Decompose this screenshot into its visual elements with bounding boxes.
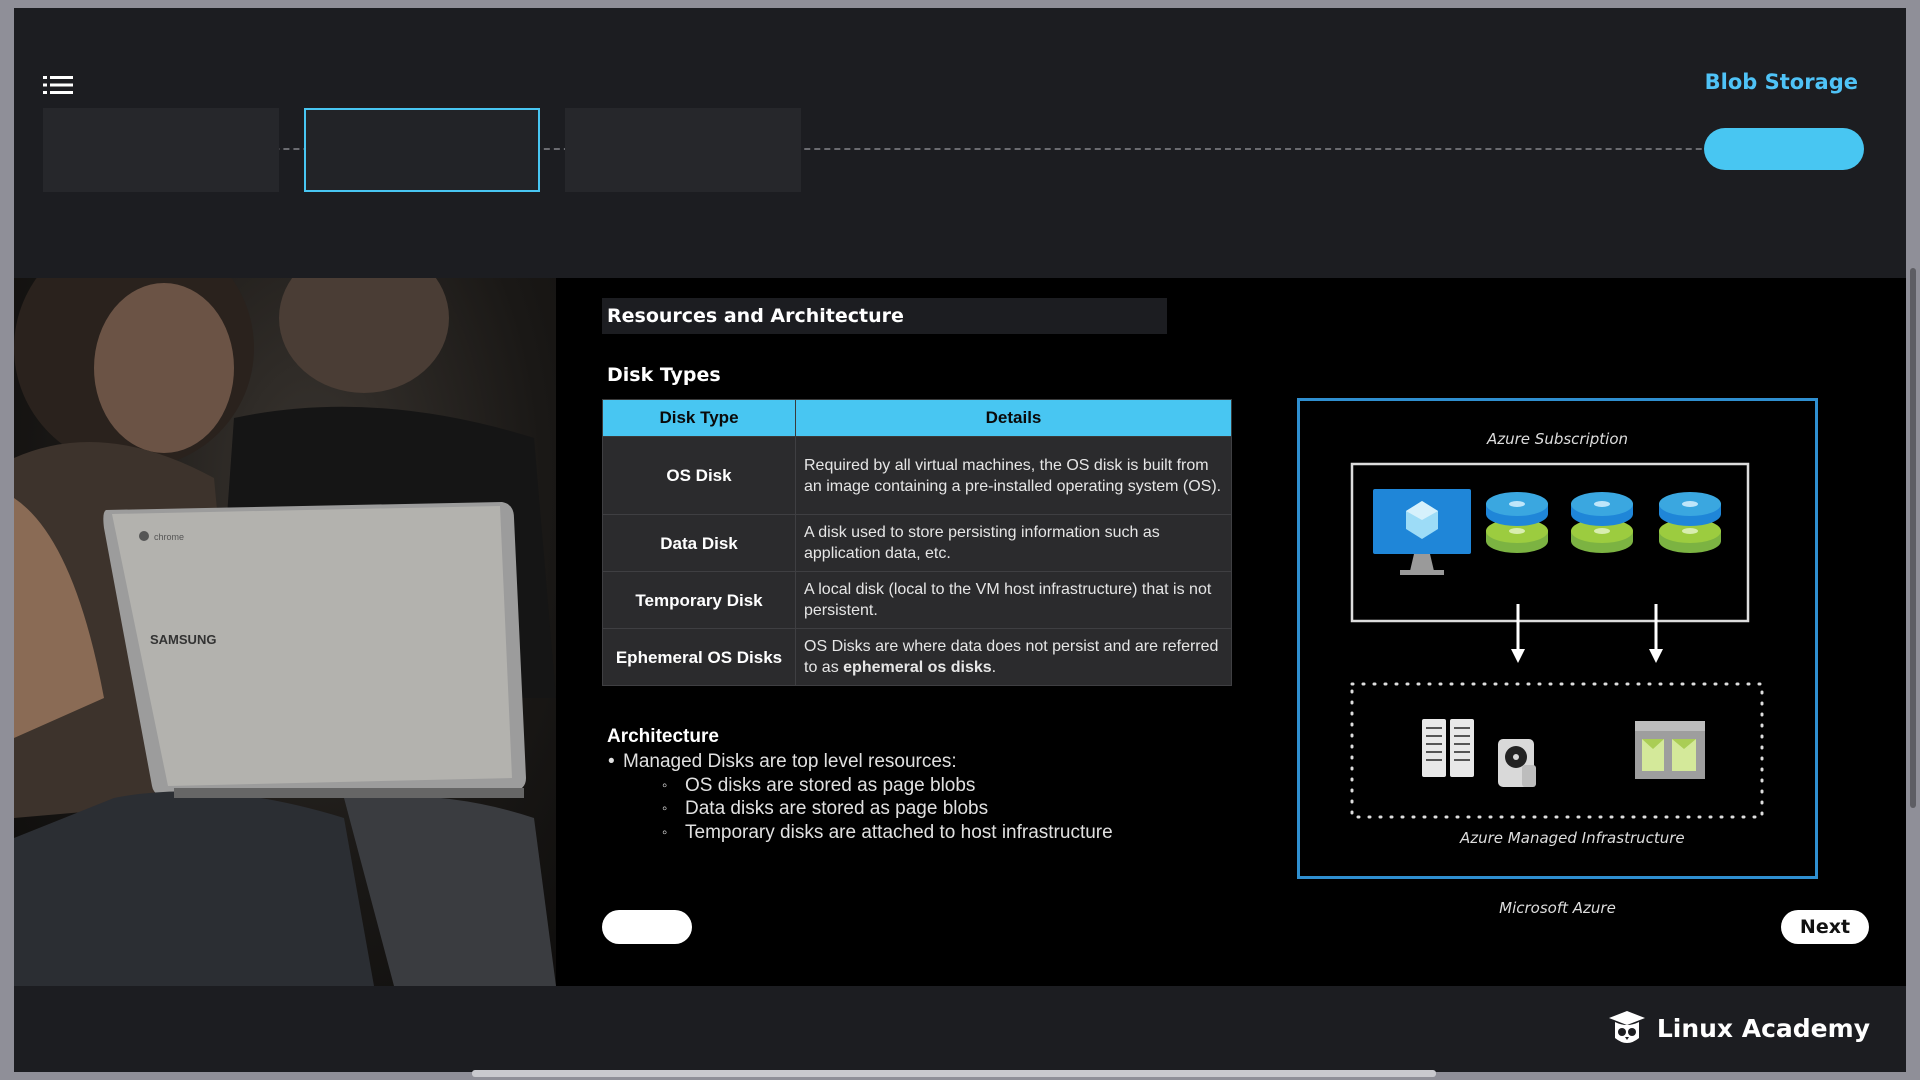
lesson-step-2-active[interactable] bbox=[304, 108, 540, 192]
table-header-row: Disk Type Details bbox=[602, 399, 1232, 437]
architecture-list: Managed Disks are top level resources: O… bbox=[607, 750, 1113, 844]
arrow-down-icon bbox=[1511, 604, 1525, 663]
course-player: Blob Storage chrome SAMSUNG Resources an… bbox=[14, 8, 1906, 1072]
hard-drive-icon bbox=[1498, 739, 1536, 787]
table-row: Ephemeral OS Disks OS Disks are where da… bbox=[602, 628, 1232, 686]
horizontal-scrollbar[interactable] bbox=[472, 1070, 1436, 1077]
disk-details-cell: A disk used to store persisting informat… bbox=[795, 514, 1232, 572]
disk-details-cell: OS Disks are where data does not persist… bbox=[795, 628, 1232, 686]
hero-photo: chrome SAMSUNG bbox=[14, 278, 556, 986]
azure-architecture-diagram: Azure Subscription Azure Managed Infrast… bbox=[1297, 398, 1818, 879]
architecture-sub-bullet: Temporary disks are attached to host inf… bbox=[607, 821, 1113, 845]
disk-type-cell: Data Disk bbox=[602, 514, 796, 572]
architecture-sub-bullet: Data disks are stored as page blobs bbox=[607, 797, 1113, 821]
progress-pill-button[interactable] bbox=[1704, 128, 1864, 170]
disk-type-cell: Ephemeral OS Disks bbox=[602, 628, 796, 686]
table-row: Temporary Disk A local disk (local to th… bbox=[602, 571, 1232, 629]
diagram-graphic bbox=[1350, 462, 1764, 819]
diagram-caption: Microsoft Azure bbox=[1499, 899, 1616, 917]
details-bold-term: ephemeral os disks bbox=[843, 659, 992, 676]
arrow-down-icon bbox=[1649, 604, 1663, 663]
previous-button[interactable] bbox=[602, 910, 692, 944]
virtual-machine-icon bbox=[1373, 489, 1471, 575]
table-row: OS Disk Required by all virtual machines… bbox=[602, 436, 1232, 515]
owl-graduation-cap-icon bbox=[1608, 1011, 1645, 1043]
column-header-disk-type: Disk Type bbox=[602, 399, 796, 437]
lesson-step-3[interactable] bbox=[565, 108, 801, 192]
disk-type-cell: Temporary Disk bbox=[602, 571, 796, 629]
disk-details-cell: A local disk (local to the VM host infra… bbox=[795, 571, 1232, 629]
disk-type-cell: OS Disk bbox=[602, 436, 796, 515]
laptop-brand-text: SAMSUNG bbox=[150, 632, 216, 647]
details-suffix: . bbox=[991, 659, 997, 676]
vertical-scrollbar[interactable] bbox=[1910, 268, 1916, 808]
slide-heading: Resources and Architecture bbox=[602, 298, 1167, 334]
laptop-photo-illustration: chrome SAMSUNG bbox=[14, 278, 556, 986]
course-title: Blob Storage bbox=[1704, 70, 1858, 94]
architecture-heading: Architecture bbox=[607, 726, 719, 747]
managed-disk-icon bbox=[1486, 492, 1548, 553]
lesson-step-1[interactable] bbox=[43, 108, 279, 192]
slide-content: chrome SAMSUNG Resources and Architectur… bbox=[14, 278, 1906, 986]
column-header-details: Details bbox=[795, 399, 1232, 437]
architecture-bullet: Managed Disks are top level resources: bbox=[607, 750, 1113, 774]
table-row: Data Disk A disk used to store persistin… bbox=[602, 514, 1232, 572]
disk-details-cell: Required by all virtual machines, the OS… bbox=[795, 436, 1232, 515]
managed-infrastructure-label: Azure Managed Infrastructure bbox=[1460, 829, 1685, 847]
disk-types-table: Disk Type Details OS Disk Required by al… bbox=[602, 399, 1232, 686]
server-rack-icon bbox=[1422, 719, 1474, 777]
laptop-logo-text: chrome bbox=[154, 532, 184, 542]
list-menu-icon[interactable] bbox=[43, 74, 73, 96]
brand-name: Linux Academy bbox=[1656, 1013, 1870, 1043]
brand-logo: Linux Academy bbox=[1607, 1008, 1870, 1048]
managed-disk-icon bbox=[1659, 492, 1721, 553]
managed-disk-icon bbox=[1571, 492, 1633, 553]
disk-types-heading: Disk Types bbox=[607, 364, 721, 386]
architecture-sub-bullet: OS disks are stored as page blobs bbox=[607, 774, 1113, 798]
storage-blob-icon bbox=[1635, 721, 1705, 779]
